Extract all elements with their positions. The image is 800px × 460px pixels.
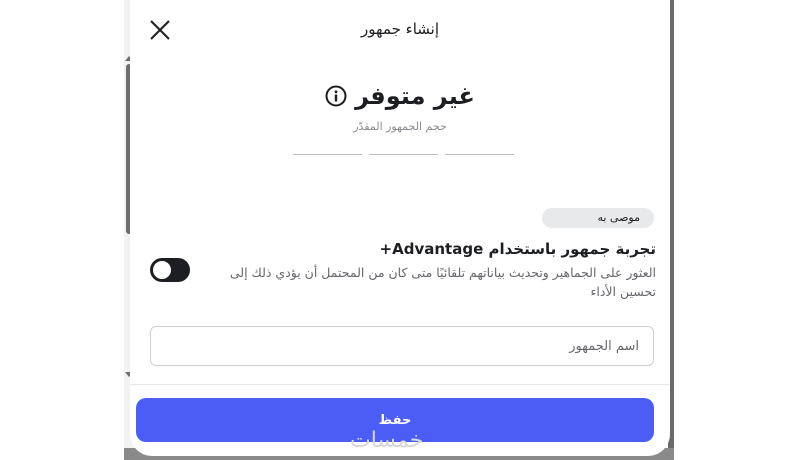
audience-size-caption: حجم الجمهور المقدّر [353, 120, 447, 133]
audience-name-input[interactable] [150, 326, 654, 366]
modal-title: إنشاء جمهور [361, 20, 439, 38]
toggle-knob [153, 261, 171, 279]
advantage-title: تجربة جمهور باستخدام Advantage+ [379, 240, 656, 258]
footer-divider [130, 384, 670, 385]
audience-size-value: غير متوفر [355, 82, 475, 110]
advantage-toggle[interactable] [150, 258, 190, 282]
recommended-badge: موصى به [542, 208, 654, 228]
advantage-description: العثور على الجماهير وتحديث بياناتهم تلقا… [229, 265, 656, 299]
size-bar-low [293, 154, 362, 155]
create-audience-modal: إنشاء جمهور غير متوفر حجم الجمهور المقدّ… [130, 0, 670, 456]
audience-size-row: غير متوفر [130, 82, 670, 110]
info-icon[interactable] [325, 85, 347, 107]
size-bar-high [445, 154, 514, 155]
watermark-logo: خمسات [350, 428, 424, 453]
audience-size-bars [293, 154, 514, 156]
size-bar-mid [369, 154, 438, 155]
